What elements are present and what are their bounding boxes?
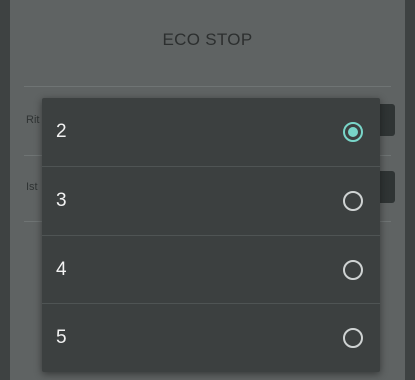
option-3[interactable]: 3 bbox=[42, 166, 380, 235]
screen-frame: ECO STOP Rit Ist 2 3 4 5 bbox=[0, 0, 415, 380]
option-label: 3 bbox=[56, 190, 67, 211]
radio-selected-icon[interactable] bbox=[343, 122, 363, 142]
radio-unselected-icon[interactable] bbox=[343, 260, 363, 280]
radio-unselected-icon[interactable] bbox=[343, 328, 363, 348]
divider bbox=[24, 86, 391, 87]
options-dropdown: 2 3 4 5 bbox=[42, 98, 380, 372]
option-5[interactable]: 5 bbox=[42, 303, 380, 372]
setting-row-label-1: Rit bbox=[26, 114, 40, 126]
option-2[interactable]: 2 bbox=[42, 98, 380, 166]
radio-dot-icon bbox=[348, 127, 358, 137]
setting-row-label-2: Ist bbox=[26, 181, 38, 193]
page-title: ECO STOP bbox=[162, 30, 253, 49]
option-label: 4 bbox=[56, 259, 67, 280]
option-label: 2 bbox=[56, 121, 67, 142]
option-label: 5 bbox=[56, 327, 67, 348]
option-4[interactable]: 4 bbox=[42, 235, 380, 304]
radio-unselected-icon[interactable] bbox=[343, 191, 363, 211]
